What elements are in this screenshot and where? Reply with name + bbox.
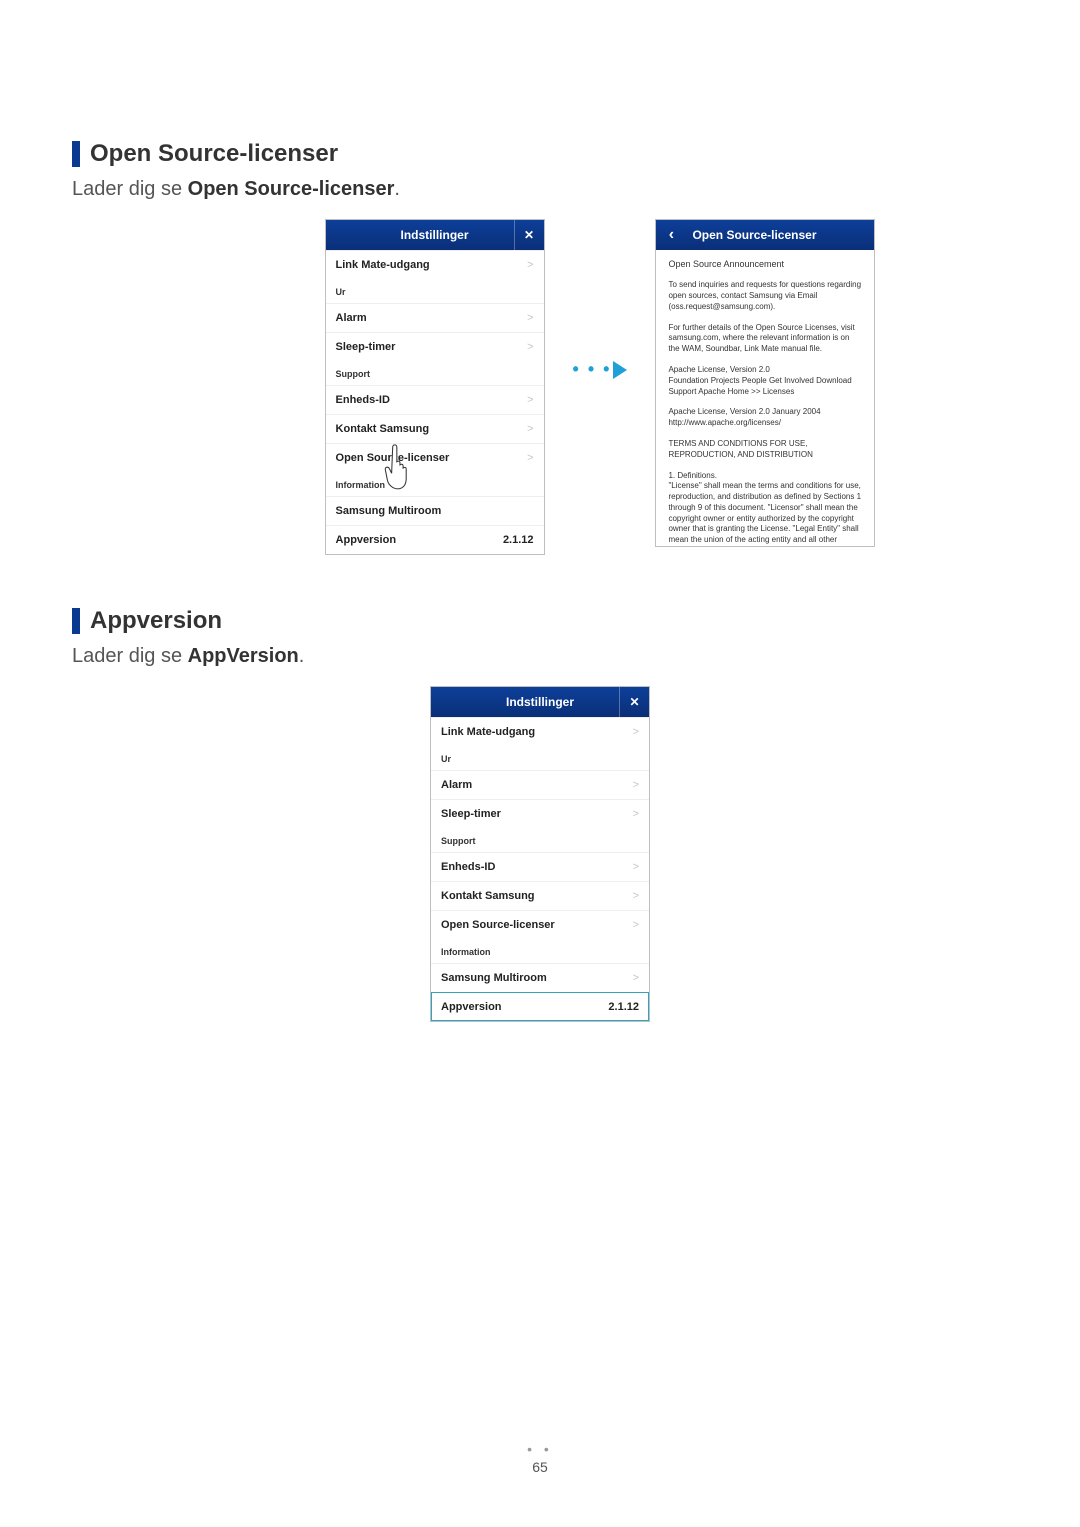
appversion-label: Appversion xyxy=(441,1001,502,1013)
step-arrow: • • • xyxy=(573,359,628,380)
list-item-sleep-timer[interactable]: Sleep-timer > xyxy=(431,799,649,828)
page-number: 65 xyxy=(532,1459,548,1475)
section-ur: Ur xyxy=(431,746,649,770)
arrow-dots: • • • xyxy=(573,359,612,380)
sleep-timer-label: Sleep-timer xyxy=(336,341,396,353)
samsung-multiroom-label: Samsung Multiroom xyxy=(441,972,547,984)
license-p3: Apache License, Version 2.0 Foundation P… xyxy=(668,365,862,397)
chevron-right-icon: > xyxy=(633,808,639,820)
list-item-sleep-timer[interactable]: Sleep-timer > xyxy=(326,332,544,361)
list-item-alarm[interactable]: Alarm > xyxy=(326,303,544,332)
heading-open-source: Open Source-licenser xyxy=(72,140,1008,168)
arrow-right-icon xyxy=(613,361,627,379)
list-item-samsung-multiroom[interactable]: Samsung Multiroom xyxy=(326,496,544,525)
detail-header: ‹ Open Source-licenser xyxy=(656,220,874,250)
appversion-value: 2.1.12 xyxy=(503,534,534,546)
close-icon[interactable]: ✕ xyxy=(619,687,649,717)
desc-bold: Open Source-licenser xyxy=(188,178,395,200)
license-p4: Apache License, Version 2.0 January 2004… xyxy=(668,407,862,429)
heading-desc: Lader dig se Open Source-licenser. xyxy=(72,178,1008,201)
license-p6: 1. Definitions. "License" shall mean the… xyxy=(668,471,862,547)
list-item-alarm[interactable]: Alarm > xyxy=(431,770,649,799)
license-p1: To send inquiries and requests for quest… xyxy=(668,280,862,312)
heading-bar xyxy=(72,608,80,634)
heading-title: Open Source-licenser xyxy=(90,140,338,168)
enheds-id-label: Enheds-ID xyxy=(336,394,390,406)
chevron-right-icon: > xyxy=(527,452,533,464)
license-text-body[interactable]: Open Source Announcement To send inquiri… xyxy=(656,250,874,546)
enheds-id-label: Enheds-ID xyxy=(441,861,495,873)
list-item-kontakt-samsung[interactable]: Kontakt Samsung > xyxy=(326,414,544,443)
alarm-label: Alarm xyxy=(336,312,367,324)
list-item-appversion[interactable]: Appversion 2.1.12 xyxy=(431,992,649,1021)
chevron-right-icon: > xyxy=(527,259,533,271)
appversion-label: Appversion xyxy=(336,534,397,546)
close-x-glyph: ✕ xyxy=(524,228,534,242)
open-source-label: Open Source-licenser xyxy=(336,452,450,464)
chevron-right-icon: > xyxy=(527,394,533,406)
alarm-label: Alarm xyxy=(441,779,472,791)
detail-header-title: Open Source-licenser xyxy=(692,228,816,242)
section-information: Information xyxy=(326,472,544,496)
list-item-open-source[interactable]: Open Source-licenser > xyxy=(431,910,649,939)
section-support: Support xyxy=(431,828,649,852)
open-source-label: Open Source-licenser xyxy=(441,919,555,931)
license-announcement: Open Source Announcement xyxy=(668,258,862,270)
section-support: Support xyxy=(326,361,544,385)
footer-dots: • • xyxy=(527,1441,553,1457)
list-item-samsung-multiroom[interactable]: Samsung Multiroom > xyxy=(431,963,649,992)
link-mate-label: Link Mate-udgang xyxy=(441,726,535,738)
list-item-open-source[interactable]: Open Source-licenser > xyxy=(326,443,544,472)
list-item-link-mate[interactable]: Link Mate-udgang > xyxy=(326,250,544,279)
desc-prefix: Lader dig se xyxy=(72,645,188,667)
close-icon[interactable]: ✕ xyxy=(514,220,544,250)
samsung-multiroom-label: Samsung Multiroom xyxy=(336,505,442,517)
desc-suffix: . xyxy=(394,178,400,200)
chevron-right-icon: > xyxy=(633,890,639,902)
list-item-kontakt-samsung[interactable]: Kontakt Samsung > xyxy=(431,881,649,910)
settings-screen-1: Indstillinger ✕ Link Mate-udgang > Ur Al… xyxy=(325,219,545,555)
settings-header: Indstillinger ✕ xyxy=(326,220,544,250)
list-item-enheds-id[interactable]: Enheds-ID > xyxy=(326,385,544,414)
kontakt-samsung-label: Kontakt Samsung xyxy=(336,423,430,435)
chevron-right-icon: > xyxy=(633,726,639,738)
section-information: Information xyxy=(431,939,649,963)
chevron-right-icon: > xyxy=(527,312,533,324)
back-icon[interactable]: ‹ xyxy=(656,220,686,250)
settings-header-title: Indstillinger xyxy=(506,695,574,709)
license-p2: For further details of the Open Source L… xyxy=(668,323,862,355)
page-footer: • • 65 xyxy=(0,1441,1080,1475)
settings-screen-2: Indstillinger ✕ Link Mate-udgang > Ur Al… xyxy=(430,686,650,1022)
heading-appversion: Appversion xyxy=(72,607,1008,635)
list-item-appversion[interactable]: Appversion 2.1.12 xyxy=(326,525,544,554)
sleep-timer-label: Sleep-timer xyxy=(441,808,501,820)
chevron-right-icon: > xyxy=(633,919,639,931)
heading-bar xyxy=(72,141,80,167)
chevron-right-icon: > xyxy=(527,423,533,435)
heading-title: Appversion xyxy=(90,607,222,635)
link-mate-label: Link Mate-udgang xyxy=(336,259,430,271)
desc-prefix: Lader dig se xyxy=(72,178,188,200)
settings-header-title: Indstillinger xyxy=(401,228,469,242)
kontakt-samsung-label: Kontakt Samsung xyxy=(441,890,535,902)
chevron-right-icon: > xyxy=(633,972,639,984)
chevron-right-icon: > xyxy=(633,861,639,873)
section-ur: Ur xyxy=(326,279,544,303)
chevron-right-icon: > xyxy=(527,341,533,353)
appversion-value: 2.1.12 xyxy=(608,1001,639,1013)
desc-suffix: . xyxy=(299,645,305,667)
close-x-glyph: ✕ xyxy=(629,695,639,709)
chevron-right-icon: > xyxy=(633,779,639,791)
open-source-detail-screen: ‹ Open Source-licenser Open Source Annou… xyxy=(655,219,875,547)
desc-bold: AppVersion xyxy=(188,645,299,667)
list-item-enheds-id[interactable]: Enheds-ID > xyxy=(431,852,649,881)
heading2-desc: Lader dig se AppVersion. xyxy=(72,645,1008,668)
settings-header: Indstillinger ✕ xyxy=(431,687,649,717)
license-p5: TERMS AND CONDITIONS FOR USE, REPRODUCTI… xyxy=(668,439,862,461)
list-item-link-mate[interactable]: Link Mate-udgang > xyxy=(431,717,649,746)
